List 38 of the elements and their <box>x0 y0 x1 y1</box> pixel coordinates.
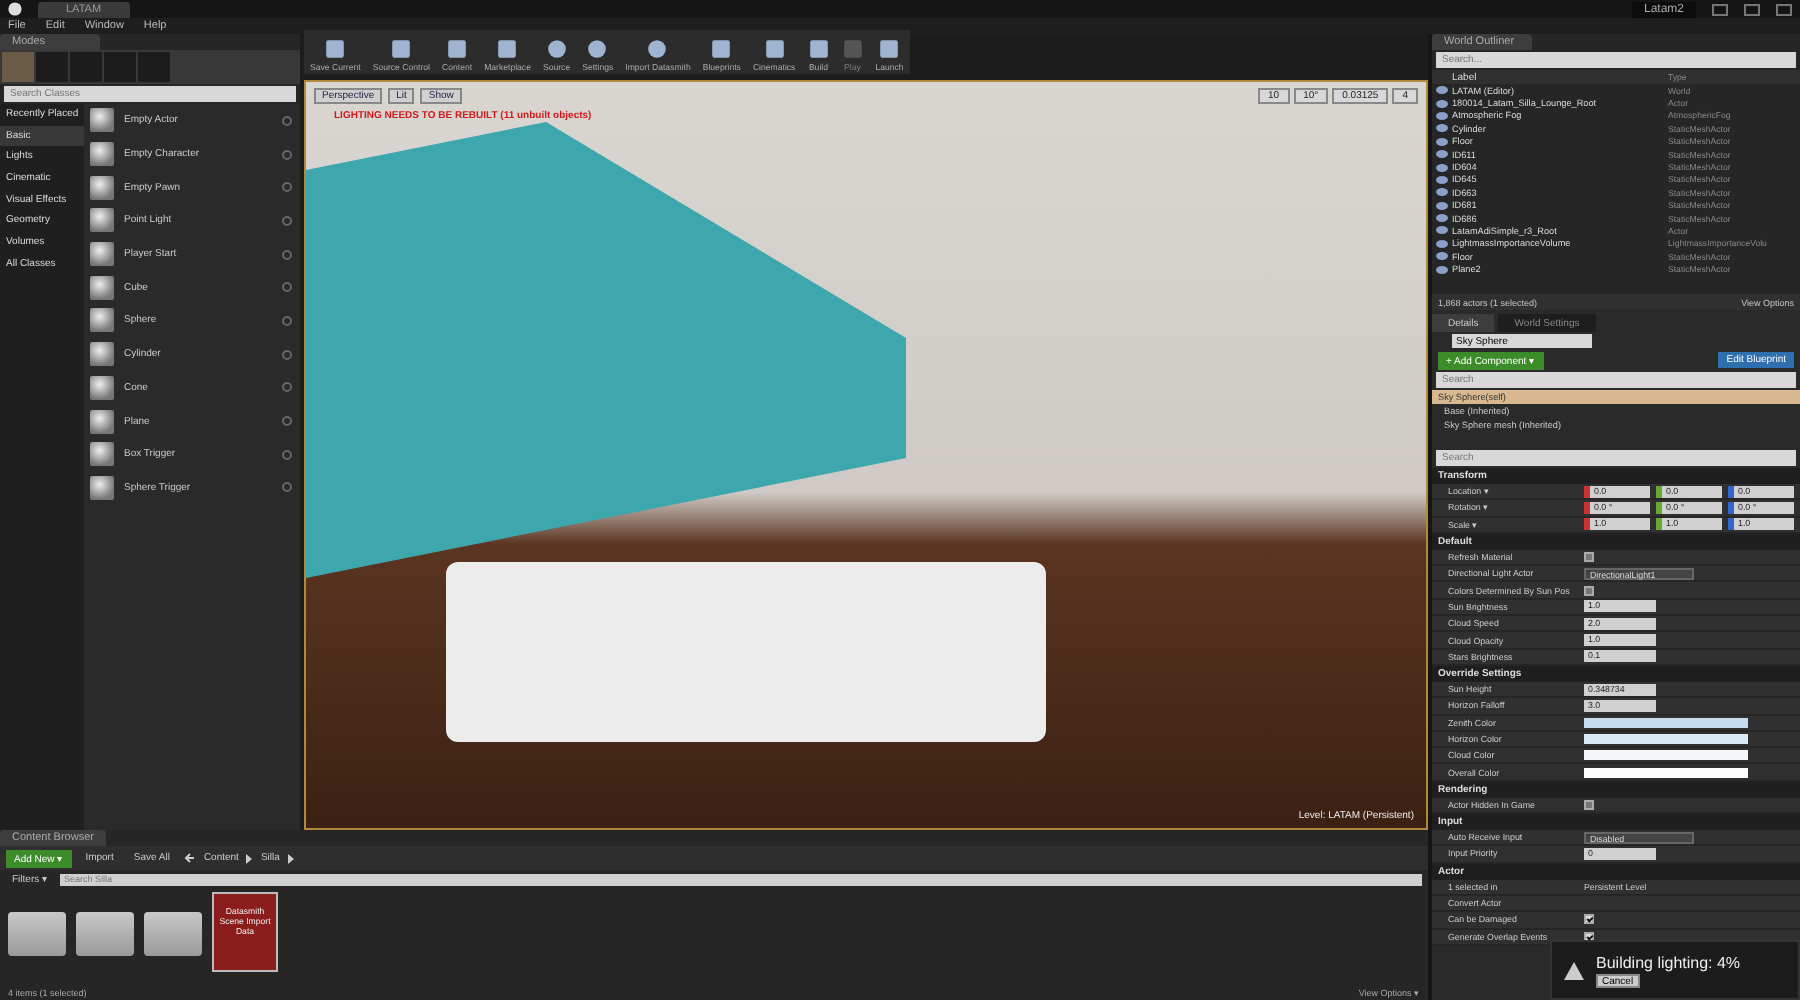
info-icon <box>282 249 292 260</box>
color-swatch[interactable] <box>1584 767 1748 778</box>
info-icon <box>282 115 292 126</box>
shape-thumbnail <box>90 342 114 367</box>
color-swatch[interactable] <box>1584 734 1748 744</box>
chevron-icon <box>246 853 253 863</box>
shape-thumbnail <box>90 208 114 233</box>
info-icon <box>282 449 292 460</box>
back-icon[interactable] <box>183 852 196 864</box>
info-icon <box>282 282 292 293</box>
shape-thumbnail <box>90 108 114 133</box>
info-icon <box>282 182 292 193</box>
checkbox[interactable] <box>1584 585 1594 596</box>
shape-thumbnail <box>90 242 114 267</box>
checkbox[interactable] <box>1584 552 1594 563</box>
color-swatch[interactable] <box>1584 750 1748 761</box>
shape-thumbnail <box>90 275 114 300</box>
shape-thumbnail <box>90 442 114 467</box>
info-icon <box>282 215 292 226</box>
warning-icon <box>1564 961 1584 979</box>
info-icon <box>282 315 292 326</box>
info-icon <box>282 349 292 360</box>
shape-thumbnail <box>90 308 114 333</box>
shape-thumbnail <box>90 409 114 434</box>
info-icon <box>282 416 292 427</box>
info-icon <box>282 149 292 160</box>
shape-thumbnail <box>90 475 114 500</box>
info-icon <box>282 482 292 493</box>
checkbox[interactable] <box>1584 914 1594 925</box>
shape-thumbnail <box>90 142 114 167</box>
color-swatch[interactable] <box>1584 717 1748 728</box>
maximize-icon[interactable] <box>1744 3 1760 15</box>
progress-message: Building lighting: 4% <box>1596 953 1741 971</box>
chevron-icon <box>287 853 294 863</box>
shape-thumbnail <box>90 375 114 400</box>
info-icon <box>282 382 292 393</box>
checkbox[interactable] <box>1584 799 1594 810</box>
shape-thumbnail <box>90 175 114 200</box>
